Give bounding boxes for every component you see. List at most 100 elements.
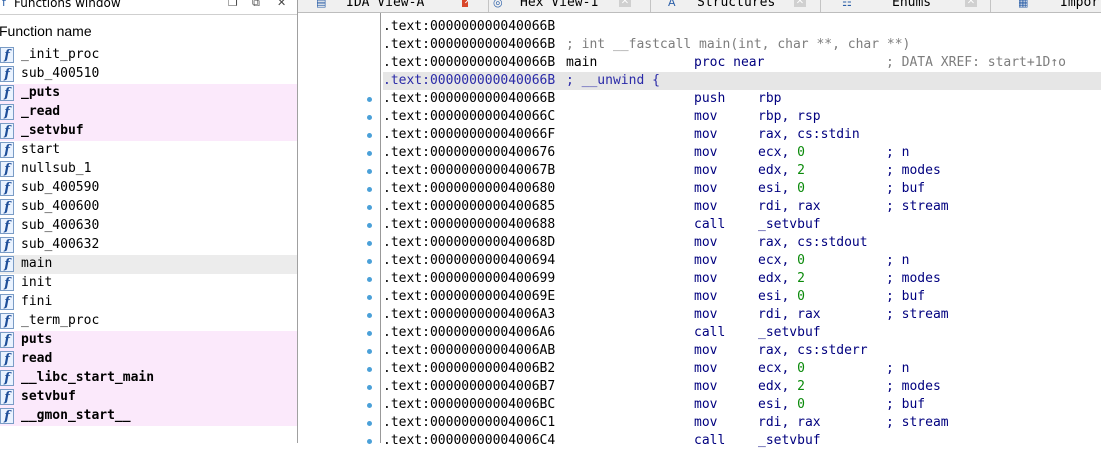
breakpoint-dot-icon[interactable]: [367, 367, 372, 372]
disassembly-line[interactable]: .text:00000000004006C1 mov rdi, rax ; strea…: [367, 414, 1101, 432]
close-tab-icon[interactable]: ✕: [965, 0, 977, 7]
line-comment: ; __unwind {: [566, 73, 660, 88]
function-list-item[interactable]: f __libc_start_main: [0, 369, 297, 388]
close-tab-icon[interactable]: ✕: [619, 0, 631, 7]
breakpoint-dot-icon[interactable]: [367, 187, 372, 192]
breakpoint-dot-icon[interactable]: [367, 259, 372, 264]
breakpoint-dot-icon[interactable]: [367, 313, 372, 318]
line-address: .text:0000000000400676: [383, 145, 556, 160]
disassembly-line[interactable]: .text:00000000004006A6 call _setvbuf: [367, 324, 1101, 342]
breakpoint-dot-icon[interactable]: [367, 151, 372, 156]
function-name: _puts: [21, 85, 61, 100]
function-list-item[interactable]: f read: [0, 350, 297, 369]
close-window-icon[interactable]: ✕: [277, 0, 286, 9]
disassembly-line[interactable]: .text:0000000000400685 mov rdi, rax ; strea…: [367, 198, 1101, 216]
tab-structures[interactable]: A Structures ✕: [650, 0, 820, 12]
function-list-item[interactable]: f init: [0, 274, 297, 293]
close-tab-icon[interactable]: ✕: [462, 0, 468, 7]
disassembly-line[interactable]: .text:000000000040066B push rbp: [367, 90, 1101, 108]
disassembly-line[interactable]: .text:0000000000400688 call _setvbuf: [367, 216, 1101, 234]
instruction-mnemonic: proc near: [694, 55, 765, 70]
breakpoint-dot-icon[interactable]: [367, 223, 372, 228]
function-list-item[interactable]: f sub_400600: [0, 198, 297, 217]
function-icon: f: [0, 237, 14, 253]
function-list-item[interactable]: f fini: [0, 293, 297, 312]
disassembly-listing[interactable]: .text:000000000040066B .text:000000000040…: [367, 18, 1101, 450]
breakpoint-dot-icon[interactable]: [367, 277, 372, 282]
instruction-operands: esi, 0: [758, 397, 805, 412]
instruction-mnemonic: mov: [694, 307, 718, 322]
breakpoint-dot-icon[interactable]: [367, 385, 372, 390]
immediate-value: 2: [797, 271, 805, 286]
tab-label: Enums: [892, 0, 932, 10]
disassembly-line[interactable]: .text:0000000000400676 mov ecx, 0 ; n: [367, 144, 1101, 162]
tab-divider: [488, 0, 489, 12]
tab-enums[interactable]: ☷ Enums ✕: [820, 0, 990, 12]
disassembly-line[interactable]: .text:000000000040067B mov edx, 2 ; modes: [367, 162, 1101, 180]
restore-window-icon[interactable]: ❐: [228, 0, 238, 9]
disassembly-line[interactable]: .text:00000000004006B2 mov ecx, 0 ; n: [367, 360, 1101, 378]
breakpoint-dot-icon[interactable]: [367, 403, 372, 408]
function-list-item[interactable]: f start: [0, 141, 297, 160]
function-list-item[interactable]: f _setvbuf: [0, 122, 297, 141]
function-list-item[interactable]: f sub_400590: [0, 179, 297, 198]
function-list-item[interactable]: f nullsub_1: [0, 160, 297, 179]
float-window-icon[interactable]: ⧉: [252, 0, 260, 10]
function-list-item[interactable]: f __gmon_start__: [0, 407, 297, 426]
function-list-item[interactable]: f puts: [0, 331, 297, 350]
breakpoint-dot-icon[interactable]: [367, 205, 372, 210]
close-tab-icon[interactable]: ✕: [794, 0, 806, 7]
function-list-item[interactable]: f setvbuf: [0, 388, 297, 407]
disassembly-line[interactable]: .text:000000000040066B main proc near ; DAT…: [383, 54, 1101, 72]
disassembly-line[interactable]: .text:000000000040066B: [383, 18, 1101, 36]
operand-annotation: ; n: [886, 145, 910, 160]
function-list-item[interactable]: f _puts: [0, 84, 297, 103]
function-list-item[interactable]: f main: [0, 255, 297, 274]
function-list-item[interactable]: f sub_400632: [0, 236, 297, 255]
function-list-item[interactable]: f sub_400510: [0, 65, 297, 84]
breakpoint-dot-icon[interactable]: [367, 133, 372, 138]
disassembly-line[interactable]: .text:000000000040066C mov rbp, rsp: [367, 108, 1101, 126]
disassembly-line[interactable]: .text:000000000040066B ; int __fastcall m…: [383, 36, 1101, 54]
disassembly-line[interactable]: .text:000000000040068D mov rax, cs:stdout: [367, 234, 1101, 252]
disassembly-line[interactable]: .text:00000000004006BC mov esi, 0 ; buf: [367, 396, 1101, 414]
instruction-operands: rdi, rax: [758, 307, 821, 322]
disassembly-line[interactable]: .text:0000000000400699 mov edx, 2 ; modes: [367, 270, 1101, 288]
instruction-operands: edx, 2: [758, 271, 805, 286]
tab-ida-view-a[interactable]: ▤ IDA View-A ✕: [316, 0, 468, 12]
tab-imports[interactable]: ▦ Impor: [990, 0, 1101, 12]
function-name-column-header[interactable]: Function name: [0, 22, 297, 42]
disassembly-line[interactable]: .text:00000000004006AB mov rax, cs:stderr: [367, 342, 1101, 360]
ida-view-icon: ▤: [316, 0, 327, 9]
disassembly-line[interactable]: .text:000000000040066B ; __unwind {: [383, 72, 1101, 90]
code-label: main: [566, 55, 598, 70]
breakpoint-dot-icon[interactable]: [367, 421, 372, 426]
function-list-item[interactable]: f _term_proc: [0, 312, 297, 331]
tab-divider: [820, 0, 821, 12]
tab-hex-view-1[interactable]: ◎ Hex View-1 ✕: [488, 0, 640, 12]
breakpoint-dot-icon[interactable]: [367, 169, 372, 174]
breakpoint-dot-icon[interactable]: [367, 349, 372, 354]
immediate-value: 2: [797, 163, 805, 178]
disassembly-line[interactable]: .text:00000000004006A3 mov rdi, rax ; strea…: [367, 306, 1101, 324]
breakpoint-dot-icon[interactable]: [367, 97, 372, 102]
function-name: sub_400510: [21, 66, 100, 81]
function-list[interactable]: f _init_proc f sub_400510 f _puts f _read f _setv…: [0, 46, 297, 426]
function-list-item[interactable]: f _read: [0, 103, 297, 122]
function-list-item[interactable]: f _init_proc: [0, 46, 297, 65]
breakpoint-dot-icon[interactable]: [367, 295, 372, 300]
disassembly-line[interactable]: .text:0000000000400680 mov esi, 0 ; buf: [367, 180, 1101, 198]
breakpoint-dot-icon[interactable]: [367, 115, 372, 120]
disassembly-line[interactable]: .text:0000000000400694 mov ecx, 0 ; n: [367, 252, 1101, 270]
disassembly-line[interactable]: .text:000000000040069E mov esi, 0 ; buf: [367, 288, 1101, 306]
hex-view-icon: ◎: [493, 0, 503, 9]
instruction-operands: edx, 2: [758, 379, 805, 394]
function-list-item[interactable]: f sub_400630: [0, 217, 297, 236]
disassembly-line[interactable]: .text:00000000004006B7 mov edx, 2 ; modes: [367, 378, 1101, 396]
breakpoint-dot-icon[interactable]: [367, 331, 372, 336]
breakpoint-dot-icon[interactable]: [367, 241, 372, 246]
disassembly-line[interactable]: .text:00000000004006C4 call _setvbuf: [367, 432, 1101, 450]
breakpoint-dot-icon[interactable]: [367, 439, 372, 444]
disassembly-line[interactable]: .text:000000000040066F mov rax, cs:stdin: [367, 126, 1101, 144]
view-tab-strip: ▤ IDA View-A ✕ ◎ Hex View-1 ✕ A Structur…: [298, 0, 1101, 13]
